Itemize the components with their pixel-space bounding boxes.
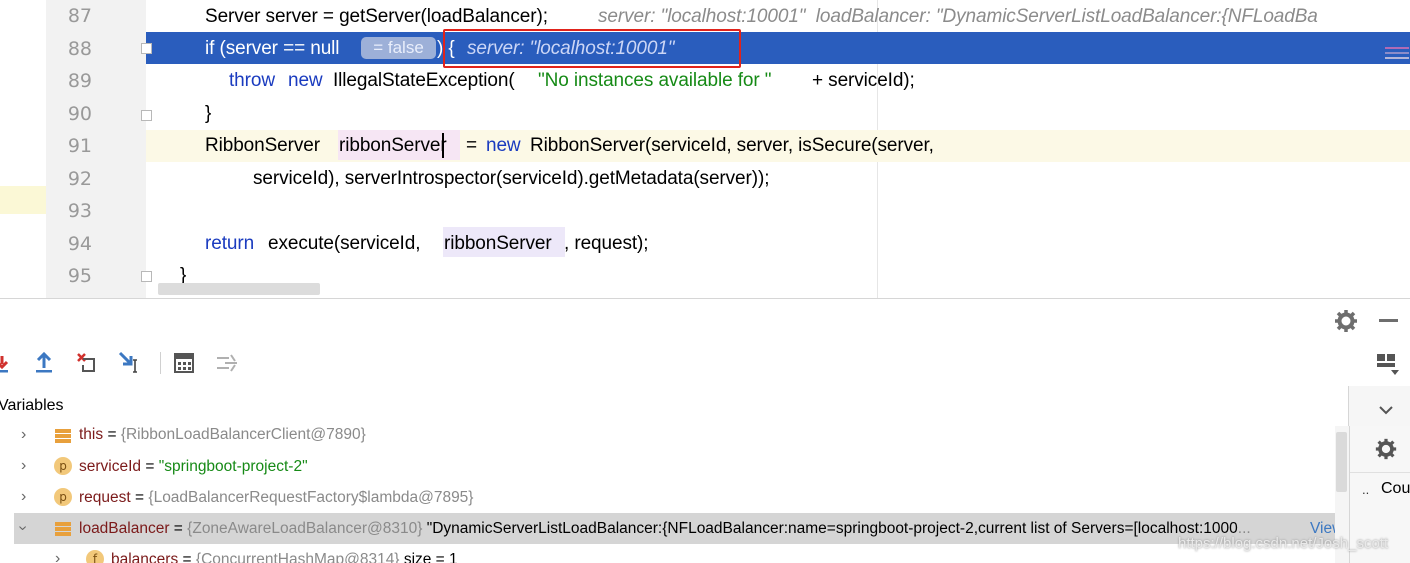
line-number: 92 [67, 168, 92, 190]
variable-name: request [79, 489, 131, 506]
code-text: if (server == null [205, 38, 340, 59]
parameter-icon: p [54, 457, 72, 475]
code-text: RibbonServer(serviceId, server, isSecure… [530, 135, 934, 156]
code-text: } [205, 103, 212, 124]
inline-debug-hint: server: "localhost:10001" loadBalancer: … [598, 6, 1318, 27]
divider [1350, 472, 1410, 473]
gear-icon[interactable] [1333, 308, 1359, 334]
code-text: Server server = getServer(loadBalancer); [205, 6, 548, 27]
chevron-right-icon[interactable]: › [21, 488, 26, 506]
variable-value: {LoadBalancerRequestFactory$lambda@7895} [148, 489, 474, 506]
evaluation-badge: = false [361, 37, 436, 59]
code-text: = [466, 135, 477, 156]
error-stripe-mark [1385, 52, 1409, 54]
drop-frame-icon[interactable] [74, 350, 98, 374]
parameter-icon: p [54, 488, 72, 506]
toolbar-separator [160, 352, 161, 374]
variable-extra: size = 1 [403, 551, 458, 563]
code-text: + serviceId); [812, 70, 915, 91]
fold-marker-icon[interactable] [141, 110, 152, 121]
variable-name: serviceId [79, 458, 142, 475]
evaluate-expression-icon[interactable] [173, 352, 195, 374]
error-stripe-mark [1385, 57, 1409, 59]
equals-sign: = [107, 426, 117, 443]
chevron-right-icon[interactable]: › [21, 457, 26, 475]
fold-marker-icon[interactable] [141, 43, 152, 54]
code-editor[interactable]: 87 88 89 90 91 92 93 94 95 Server server… [0, 0, 1410, 298]
string-literal: "No instances available for " [538, 70, 772, 91]
debugger-toolbar [0, 342, 1410, 384]
side-panel-header [1348, 386, 1410, 426]
variable-name: loadBalancer [79, 520, 170, 537]
field-icon: f [86, 550, 104, 563]
variables-tree[interactable]: › this = {RibbonLoadBalancerClient@7890}… [0, 426, 1335, 563]
error-stripe-mark [1385, 47, 1409, 49]
tree-row[interactable]: › f balancers = {ConcurrentHashMap@8314}… [0, 544, 1335, 563]
layout-icon[interactable] [1376, 352, 1400, 376]
variable-text: "DynamicServerListLoadBalancer:{NFLoadBa… [426, 520, 1238, 537]
equals-sign: = [173, 520, 183, 537]
equals-sign: = [135, 489, 145, 506]
code-text: serviceId), serverIntrospector(serviceId… [253, 168, 770, 189]
editor-left-strip [0, 0, 47, 298]
variable-value: {ZoneAwareLoadBalancer@8310} [187, 520, 423, 537]
keyword: return [205, 233, 255, 254]
variable-value: {ConcurrentHashMap@8314} [195, 551, 400, 563]
gear-icon[interactable] [1374, 437, 1398, 461]
debug-panel-header [0, 298, 1410, 343]
code-text: ribbonServer [444, 233, 552, 254]
field-list-icon [55, 521, 71, 537]
code-text: execute(serviceId, [268, 233, 421, 254]
line-number: 93 [67, 200, 92, 222]
line-number: 91 [67, 135, 92, 157]
minimize-icon[interactable] [1379, 319, 1398, 322]
equals-sign: = [145, 458, 155, 475]
keyword: new [288, 70, 323, 91]
column-header-count[interactable]: Cou [1381, 480, 1410, 498]
line-number: 87 [67, 5, 92, 27]
run-to-cursor-icon[interactable] [117, 350, 143, 374]
dots-label: .. [1362, 482, 1370, 497]
variables-header: Variables [0, 386, 1348, 427]
tree-row-selected[interactable]: › loadBalancer = {ZoneAwareLoadBalancer@… [14, 513, 1335, 544]
code-text: ribbonServer [339, 135, 447, 156]
trace-stream-icon[interactable] [215, 352, 239, 374]
equals-sign: = [182, 551, 192, 563]
variable-value: {RibbonLoadBalancerClient@7890} [120, 426, 366, 443]
step-out-icon[interactable] [32, 350, 56, 374]
variable-name: this [79, 426, 104, 443]
field-list-icon [55, 428, 71, 444]
keyword: new [486, 135, 521, 156]
line-number: 89 [67, 70, 92, 92]
scrollbar-markers[interactable] [1385, 44, 1410, 64]
code-text: , request); [564, 233, 649, 254]
left-strip-highlight [0, 186, 46, 214]
chevron-down-icon[interactable]: › [14, 525, 32, 530]
watermark: https://blog.csdn.net/Josh_scott [1178, 535, 1389, 552]
step-into-icon[interactable] [0, 350, 14, 374]
tree-row[interactable]: › p serviceId = "springboot-project-2" [0, 451, 1335, 482]
variable-value: "springboot-project-2" [158, 458, 308, 475]
chevron-down-icon[interactable] [1379, 400, 1393, 415]
tree-row[interactable]: › p request = {LoadBalancerRequestFactor… [0, 482, 1335, 513]
chevron-right-icon[interactable]: › [55, 550, 60, 563]
line-number: 90 [67, 103, 92, 125]
line-number: 95 [67, 265, 92, 287]
keyword: throw [229, 70, 275, 91]
tree-row[interactable]: › this = {RibbonLoadBalancerClient@7890} [0, 426, 1335, 451]
chevron-right-icon[interactable]: › [21, 426, 26, 444]
horizontal-scrollbar[interactable] [158, 283, 320, 295]
scrollbar-thumb[interactable] [1336, 432, 1347, 492]
text-caret [442, 133, 444, 158]
variables-title: Variables [0, 397, 64, 414]
line-number: 94 [67, 233, 92, 255]
variable-name: balancers [111, 551, 179, 563]
code-text: IllegalStateException( [333, 70, 515, 91]
annotation-highlight-box [443, 29, 741, 68]
fold-marker-icon[interactable] [141, 271, 152, 282]
line-number: 88 [67, 38, 92, 60]
code-text: RibbonServer [205, 135, 320, 156]
